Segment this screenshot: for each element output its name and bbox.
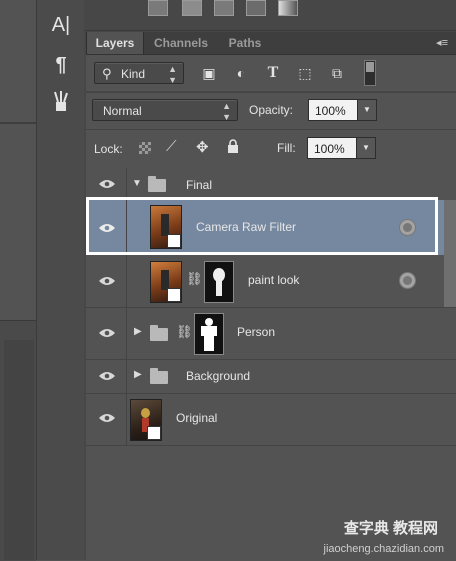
- watermark-brand: 查字典 教程网: [343, 520, 438, 537]
- fill-field[interactable]: 100%: [307, 137, 357, 159]
- layer-thumbnail[interactable]: [130, 399, 162, 441]
- layer-row-final[interactable]: ▼ Final: [86, 168, 456, 201]
- gradient-map-icon[interactable]: [278, 0, 298, 16]
- layer-name[interactable]: Original: [176, 411, 217, 425]
- thumbnail-figure: [161, 270, 169, 290]
- mask-shape: [204, 335, 214, 351]
- filter-toggle-knob: [366, 62, 374, 72]
- blend-mode-select[interactable]: Normal ▲ ▼: [92, 99, 238, 122]
- opacity-label: Opacity:: [249, 103, 294, 117]
- folder-icon: [150, 368, 168, 384]
- blend-mode-label: Normal: [103, 104, 142, 118]
- watermark-url: jiaocheng.chazidian.com: [323, 543, 444, 555]
- levels-icon[interactable]: [148, 0, 168, 16]
- adjustments-icon-row: [84, 0, 456, 31]
- layer-name[interactable]: paint look: [248, 273, 299, 287]
- opacity-field[interactable]: 100%: [308, 99, 358, 121]
- lock-all-icon[interactable]: [227, 139, 239, 153]
- layer-thumbnail[interactable]: [150, 261, 182, 303]
- select-arrows-icon: ▲ ▼: [222, 101, 231, 122]
- layer-row-camera-raw-filter[interactable]: Camera Raw Filter: [86, 200, 456, 256]
- divider: [0, 122, 36, 124]
- visibility-eye-icon[interactable]: [98, 412, 116, 424]
- expand-arrow-icon[interactable]: ▼: [132, 178, 142, 189]
- tab-layers[interactable]: Layers: [86, 32, 144, 54]
- brush-presets-icon[interactable]: [37, 90, 85, 117]
- select-arrows-icon: ▲ ▼: [168, 64, 177, 85]
- character-panel-icon[interactable]: A|: [37, 14, 85, 37]
- shape-filter-icon[interactable]: ⬚: [294, 62, 316, 84]
- smart-object-badge-icon: [147, 426, 161, 440]
- filter-row: ⚲ Kind ▲ ▼ ▣ ◐ T ⬚ ⧉: [86, 55, 456, 91]
- vibrance-icon[interactable]: [246, 0, 266, 16]
- layers-list: ▼ Final Camera Raw Filter ⛓ paint look ▶…: [86, 168, 456, 560]
- panel-menu-icon[interactable]: ◂≡: [436, 36, 448, 49]
- smart-object-badge-icon: [167, 234, 181, 248]
- search-icon: ⚲: [102, 66, 112, 81]
- layer-name[interactable]: Person: [237, 325, 275, 339]
- thumbnail-figure: [141, 408, 150, 418]
- mask-link-icon[interactable]: ⛓: [186, 271, 203, 287]
- paragraph-panel-icon[interactable]: ¶: [37, 54, 85, 77]
- layer-mask-thumbnail[interactable]: [204, 261, 234, 303]
- mask-shape: [205, 318, 213, 326]
- layer-row-person[interactable]: ▶ ⛓ Person: [86, 307, 456, 360]
- visibility-eye-icon[interactable]: [98, 275, 116, 287]
- smart-object-filter-icon[interactable]: ⧉: [326, 62, 348, 84]
- opacity-dropdown-button[interactable]: ▼: [357, 99, 377, 121]
- tab-channels[interactable]: Channels: [146, 32, 216, 54]
- left-panel-strip: [0, 0, 36, 561]
- smart-object-badge-icon: [167, 288, 181, 302]
- exposure-icon[interactable]: [214, 0, 234, 16]
- layer-row-background[interactable]: ▶ Background: [86, 359, 456, 394]
- filter-toggle[interactable]: [364, 60, 376, 86]
- left-panel-body: [4, 340, 34, 560]
- visibility-eye-icon[interactable]: [98, 327, 116, 339]
- text-filter-icon[interactable]: T: [262, 62, 284, 84]
- layer-row-original[interactable]: Original: [86, 393, 456, 446]
- visibility-eye-icon[interactable]: [98, 222, 116, 234]
- expand-arrow-icon[interactable]: ▶: [134, 326, 142, 337]
- scrollbar-segment[interactable]: [444, 200, 456, 255]
- layer-name[interactable]: Final: [186, 178, 212, 192]
- smart-filter-icon[interactable]: [399, 272, 416, 289]
- panel-tab-bar: Layers Channels Paths ◂≡: [86, 32, 456, 55]
- layer-mask-thumbnail[interactable]: [194, 313, 224, 355]
- visibility-eye-icon[interactable]: [98, 370, 116, 382]
- mask-link-icon[interactable]: ⛓: [176, 324, 193, 340]
- fill-dropdown-button[interactable]: ▼: [356, 137, 376, 159]
- lock-label: Lock:: [94, 142, 123, 156]
- scrollbar-segment[interactable]: [444, 255, 456, 307]
- layer-name[interactable]: Background: [186, 369, 250, 383]
- thumbnail-figure: [161, 214, 169, 236]
- lock-pixels-icon[interactable]: ⟋: [166, 138, 177, 155]
- fill-label: Fill:: [277, 141, 296, 155]
- mask-shape: [216, 280, 222, 296]
- filter-kind-label: Kind: [121, 67, 146, 81]
- curves-icon[interactable]: [182, 0, 202, 16]
- lock-row: Lock: ⟋ ✥ Fill: 100% ▼: [86, 129, 456, 168]
- tab-paths[interactable]: Paths: [220, 32, 270, 54]
- smart-filter-icon[interactable]: [399, 219, 416, 236]
- filter-kind-select[interactable]: ⚲ Kind ▲ ▼: [94, 62, 184, 85]
- layer-row-paint-look[interactable]: ⛓ paint look: [86, 255, 456, 308]
- blend-row: Normal ▲ ▼ Opacity: 100% ▼: [86, 92, 456, 129]
- lock-position-icon[interactable]: ✥: [196, 138, 209, 156]
- folder-icon: [148, 176, 166, 192]
- expand-arrow-icon[interactable]: ▶: [134, 369, 142, 380]
- folder-icon: [150, 325, 168, 341]
- image-filter-icon[interactable]: ▣: [198, 62, 220, 84]
- adjustment-filter-icon[interactable]: ◐: [230, 62, 252, 84]
- visibility-eye-icon[interactable]: [98, 178, 116, 190]
- lock-transparent-icon[interactable]: [139, 142, 151, 154]
- layer-thumbnail[interactable]: [150, 205, 182, 249]
- layer-name[interactable]: Camera Raw Filter: [196, 220, 296, 234]
- tool-column: A| ¶: [36, 0, 86, 560]
